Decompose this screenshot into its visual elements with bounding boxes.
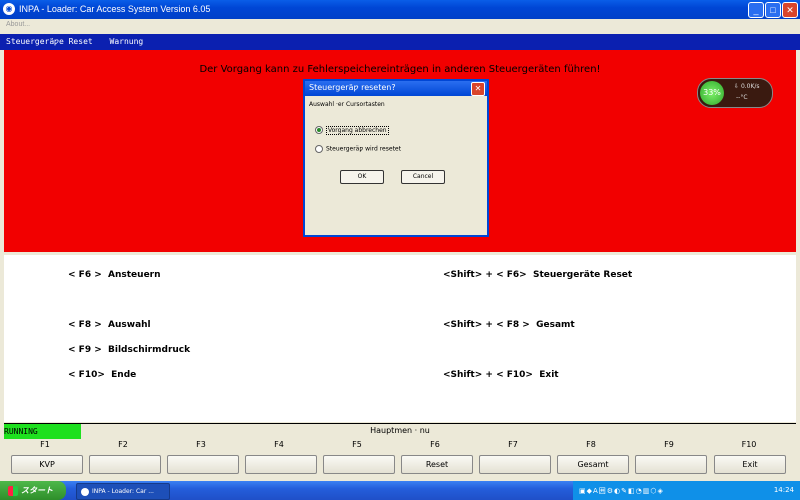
status-line-right: Warnung: [109, 37, 144, 46]
taskbar-item-label: INPA - Loader: Car ...: [92, 488, 154, 495]
maximize-button[interactable]: □: [765, 2, 781, 18]
dialog-prompt: Auswahl ·er Cursortasten: [309, 101, 385, 108]
dialog-close-button[interactable]: ✕: [471, 82, 485, 96]
key-help-left: < F6 > Ansteuern: [68, 270, 161, 280]
gauge-percent: 33%: [700, 81, 724, 105]
app-icon: [81, 487, 89, 496]
f2-button[interactable]: [89, 455, 161, 474]
network-gauge[interactable]: 33% ⇩ 0.0K/s --°C: [697, 78, 773, 108]
menu-bar: About...: [0, 19, 800, 32]
f6-button[interactable]: Reset: [401, 455, 473, 474]
start-label: スタート: [21, 486, 53, 495]
tray-icons[interactable]: ▣◆A囲⚙◐✎◧◔▥⬡◈: [579, 486, 664, 496]
key-help-right: <Shift> + < F8 > Gesamt: [443, 320, 575, 330]
menu-about[interactable]: About...: [6, 21, 30, 28]
radio-cancel-option[interactable]: Vorgang abbrechen: [315, 125, 389, 135]
f3-button[interactable]: [167, 455, 239, 474]
system-tray: ▣◆A囲⚙◐✎◧◔▥⬡◈ 14:24: [573, 481, 800, 500]
reset-dialog: Steuergeräƿ reseten? ✕ Auswahl ·er Curso…: [303, 79, 489, 237]
key-help-right: <Shift> + < F6> Steuergeräte Reset: [443, 270, 633, 280]
radio-label: Vorgang abbrechen: [326, 125, 389, 135]
fkey-label: F2: [118, 440, 128, 449]
gauge-speed: ⇩ 0.0K/s: [734, 83, 760, 90]
f4-button[interactable]: [245, 455, 317, 474]
status-line-left: Steuergeräƿe Reset: [6, 37, 93, 46]
taskbar-item-inpa[interactable]: INPA - Loader: Car ...: [76, 483, 170, 500]
fkey-label: F5: [352, 440, 362, 449]
fkey-label: F6: [430, 440, 440, 449]
radio-reset-option[interactable]: Steuergeräƿ wird resetet: [315, 145, 401, 153]
start-button[interactable]: スタート: [0, 481, 66, 500]
fkey-label: F3: [196, 440, 206, 449]
f8-button[interactable]: Gesamt: [557, 455, 629, 474]
divider: [4, 423, 796, 424]
running-indicator: RUNNING: [4, 424, 81, 439]
fkey-label: F9: [664, 440, 674, 449]
f9-button[interactable]: [635, 455, 707, 474]
dialog-title-bar: Steuergeräƿ reseten? ✕: [305, 81, 487, 96]
f1-button[interactable]: KVP: [11, 455, 83, 474]
key-help-left: < F9 > Bildschirmdruck: [68, 345, 191, 355]
fkey-label: F8: [586, 440, 596, 449]
status-line: Steuergeräƿe Reset Warnung: [0, 34, 800, 50]
cancel-button[interactable]: Cancel: [401, 170, 445, 184]
f5-button[interactable]: [323, 455, 395, 474]
title-bar: ◉ INPA - Loader: Car Access System Versi…: [0, 0, 800, 19]
window-title: INPA - Loader: Car Access System Version…: [19, 4, 211, 14]
close-button[interactable]: ✕: [782, 2, 798, 18]
key-help-panel: [4, 255, 796, 422]
fkey-label: F4: [274, 440, 284, 449]
gauge-temp: --°C: [736, 94, 748, 101]
radio-icon-selected[interactable]: [315, 126, 323, 134]
minimize-button[interactable]: _: [748, 2, 764, 18]
warning-text: Der Vorgang kann zu Fehlerspeichereinträ…: [199, 64, 601, 75]
radio-icon[interactable]: [315, 145, 323, 153]
fkey-label: F1: [40, 440, 50, 449]
menu-name: Hauptmen · nu: [370, 426, 430, 435]
ok-button[interactable]: OK: [340, 170, 384, 184]
fkey-label: F10: [741, 440, 757, 449]
key-help-left: < F8 > Auswahl: [68, 320, 151, 330]
clock[interactable]: 14:24: [774, 486, 794, 494]
app-icon: ◉: [3, 3, 15, 15]
f10-button[interactable]: Exit: [714, 455, 786, 474]
fkey-label: F7: [508, 440, 518, 449]
key-help-right: <Shift> + < F10> Exit: [443, 370, 559, 380]
windows-flag-icon: [8, 485, 18, 496]
key-help-left: < F10> Ende: [68, 370, 137, 380]
dialog-title: Steuergeräƿ reseten?: [309, 83, 396, 92]
radio-label: Steuergeräƿ wird resetet: [326, 145, 401, 153]
taskbar: スタート INPA - Loader: Car ... ▣◆A囲⚙◐✎◧◔▥⬡◈…: [0, 481, 800, 500]
f7-button[interactable]: [479, 455, 551, 474]
